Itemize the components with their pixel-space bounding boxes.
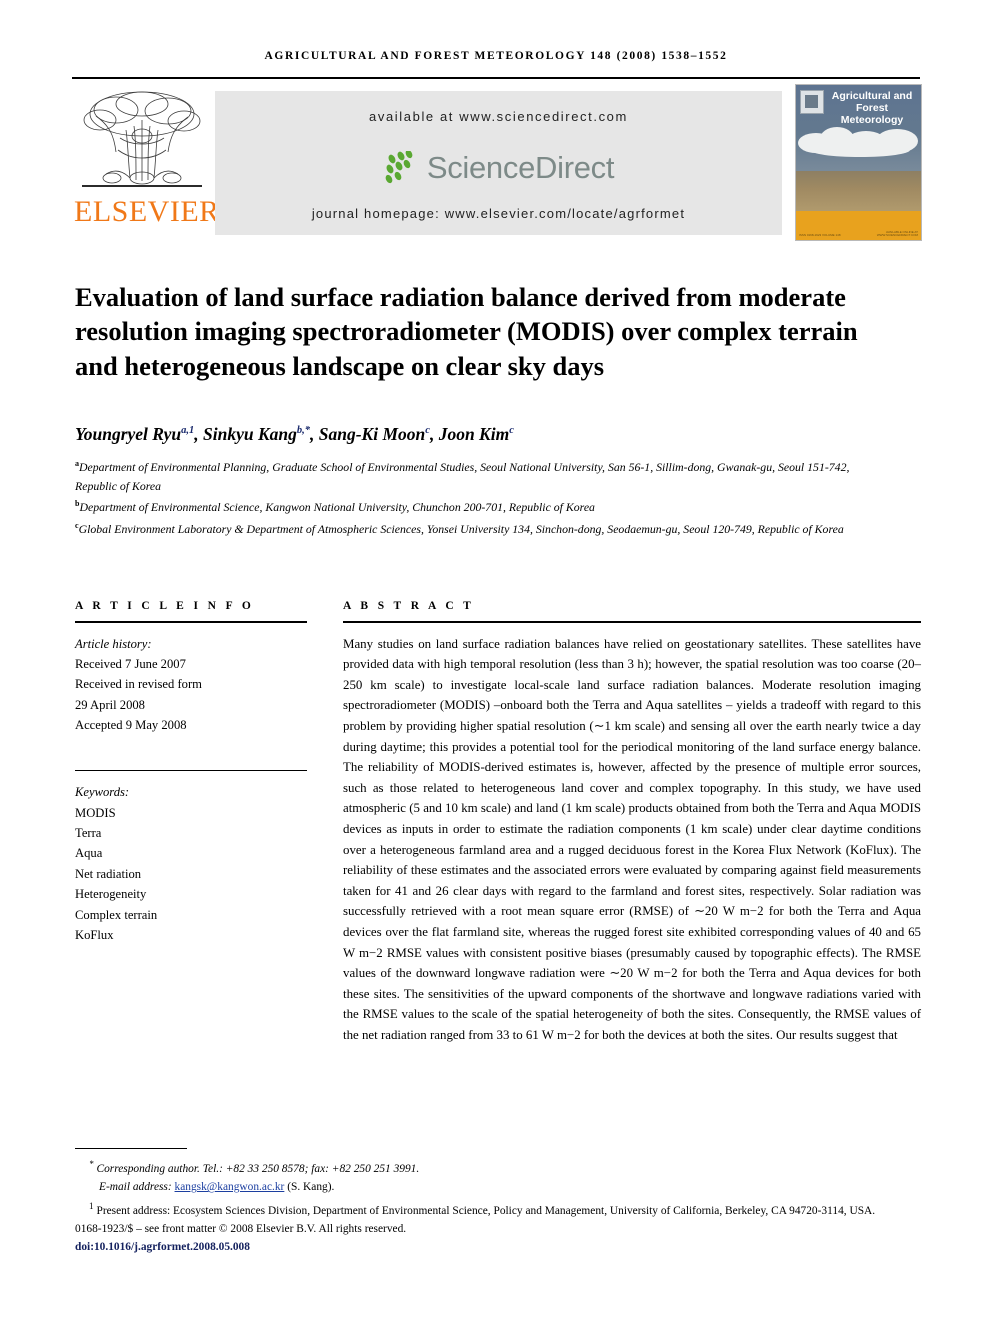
author-affiliation-mark: a,1 <box>181 425 195 437</box>
elsevier-logo: ELSEVIER <box>72 84 220 239</box>
affiliation-item: bDepartment of Environmental Science, Ka… <box>75 499 595 515</box>
keyword-item: Terra <box>75 826 102 841</box>
author-affiliation-mark: b,* <box>296 425 311 437</box>
footnote-one-mark: 1 <box>89 1200 94 1211</box>
keyword-item: Net radiation <box>75 866 142 881</box>
affiliation-mark: a <box>75 459 79 468</box>
email-note: E-mail address: kangsk@kangwon.ac.kr (S.… <box>99 1181 335 1194</box>
corresponding-author-note: * Corresponding author. Tel.: +82 33 250 … <box>89 1159 420 1175</box>
affiliation-item: aDepartment of Environmental Planning, G… <box>75 459 850 493</box>
sciencedirect-wordmark: ScienceDirect <box>426 150 615 185</box>
sciencedirect-logo: ScienceDirect <box>215 143 782 193</box>
article-info-column: A R T I C L E I N F O Article history: R… <box>75 600 307 945</box>
cover-cloud <box>810 143 910 157</box>
keyword-item: KoFlux <box>75 928 114 943</box>
author-name: Sinkyu Kang <box>203 424 297 444</box>
abstract-text: Many studies on land surface radiation b… <box>343 636 921 1042</box>
header-rule <box>72 77 920 79</box>
author-name: Sang-Ki Moon <box>318 424 426 444</box>
article-history-item: Accepted 9 May 2008 <box>75 718 187 733</box>
keyword-item: Aqua <box>75 846 103 861</box>
article-history-item: Received 7 June 2007 <box>75 657 186 671</box>
available-at-text: available at www.sciencedirect.com <box>369 109 628 124</box>
affiliation-mark: c <box>75 520 79 530</box>
keyword-item: Heterogeneity <box>75 887 147 902</box>
affiliation-item: cGlobal Environment Laboratory & Departm… <box>75 520 844 536</box>
author-affiliation-mark: c <box>425 425 430 437</box>
keyword-item: Complex terrain <box>75 907 158 922</box>
running-head: AGRICULTURAL AND FOREST METEOROLOGY 148 … <box>264 50 728 62</box>
keywords-label: Keywords: <box>75 785 130 800</box>
article-history: Article history: Received 7 June 2007 Rec… <box>75 634 307 736</box>
publisher-header: ELSEVIER available at www.sciencedirect.… <box>72 84 922 241</box>
journal-homepage-text: journal homepage: www.elsevier.com/locat… <box>311 206 686 221</box>
copyright-line: 0168-1923/$ – see front matter © 2008 El… <box>75 1222 407 1235</box>
cover-landscape <box>796 171 921 211</box>
journal-cover-thumbnail: Agricultural and Forest Meteorology ISSN… <box>795 84 922 241</box>
article-history-label: Article history: <box>75 636 152 651</box>
abstract-divider <box>343 621 921 623</box>
footnote-rule <box>75 1148 187 1150</box>
author-list: Youngryel Ryua,1, Sinkyu Kangb,*, Sang-K… <box>75 424 514 444</box>
footnote-block: * Corresponding author. Tel.: +82 33 250 … <box>75 1155 923 1257</box>
affiliation-list: aDepartment of Environmental Planning, G… <box>75 455 875 538</box>
cover-title: Agricultural and Forest Meteorology <box>831 90 913 126</box>
article-history-item: Received in revised form <box>75 677 202 692</box>
elsevier-tree-icon <box>82 91 202 187</box>
email-link[interactable]: kangsk@kangwon.ac.kr <box>175 1181 285 1193</box>
sciencedirect-band: available at www.sciencedirect.com Scien… <box>215 91 782 235</box>
cover-publisher-icon <box>800 90 824 114</box>
cover-fineprint-left: ISSN 0168-1923 VOLUME 148 <box>799 233 841 238</box>
author-name: Joon Kim <box>438 424 510 444</box>
keywords-block: Keywords: MODIS Terra Aqua Net radiation Het… <box>75 782 307 945</box>
article-info-heading: A R T I C L E I N F O <box>75 600 255 612</box>
keywords-divider <box>75 769 307 772</box>
sciencedirect-leaf-icon <box>383 149 423 185</box>
abstract-heading: A B S T R A C T <box>343 600 475 612</box>
keyword-item: MODIS <box>75 805 116 820</box>
doi-line: doi:10.1016/j.agrformet.2008.05.008 <box>75 1241 250 1254</box>
journal-article-first-page: AGRICULTURAL AND FOREST METEOROLOGY 148 … <box>0 0 992 1323</box>
cover-fineprint-right: AVAILABLE ONLINE AT WWW.SCIENCEDIRECT.CO… <box>876 229 918 238</box>
article-info-divider <box>75 621 307 623</box>
article-title: Evaluation of land surface radiation bal… <box>75 281 858 381</box>
present-address-note: 1 Present address: Ecosystem Sciences Div… <box>89 1200 876 1217</box>
affiliation-mark: b <box>75 499 80 509</box>
asterisk-mark: * <box>89 1159 94 1169</box>
author-name: Youngryel Ryu <box>75 424 182 444</box>
article-history-item: 29 April 2008 <box>75 697 145 712</box>
abstract-column: A B S T R A C T Many studies on land sur… <box>343 600 921 1045</box>
elsevier-wordmark: ELSEVIER <box>74 195 220 228</box>
author-affiliation-mark: c <box>509 425 514 437</box>
